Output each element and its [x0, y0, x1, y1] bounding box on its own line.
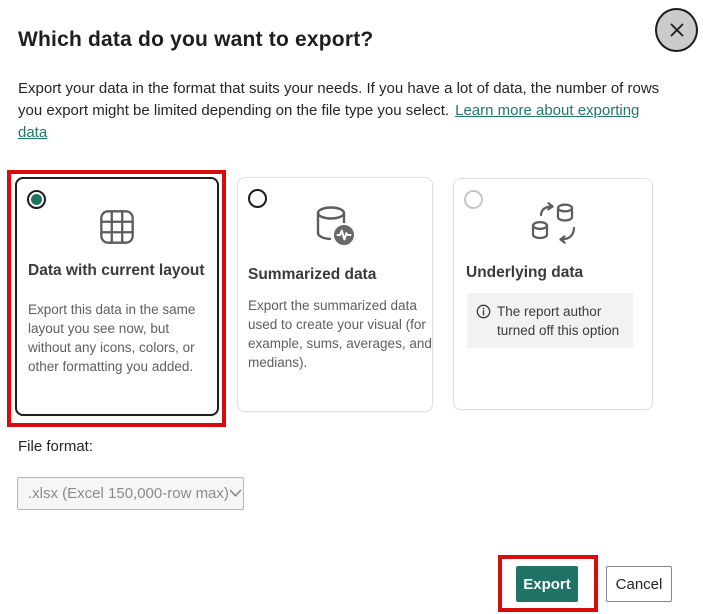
option-card-summarized-data[interactable]: Summarized data Export the summarized da…	[237, 177, 433, 412]
database-sync-icon	[454, 200, 652, 246]
dialog-description: Export your data in the format that suit…	[18, 78, 672, 144]
file-format-value: .xlsx (Excel 150,000-row max)	[28, 485, 229, 502]
radio-selected-dot	[31, 194, 42, 205]
option-card-data-with-current-layout[interactable]: Data with current layout Export this dat…	[15, 177, 219, 416]
export-button[interactable]: Export	[516, 566, 578, 602]
info-icon	[476, 304, 491, 319]
cancel-button[interactable]: Cancel	[606, 566, 672, 602]
option-title: Data with current layout	[28, 262, 205, 279]
close-button[interactable]	[655, 8, 698, 52]
disabled-option-notice: The report author turned off this option	[467, 293, 633, 348]
option-description: Export the summarized data used to creat…	[248, 298, 432, 370]
table-grid-icon	[17, 208, 217, 246]
notice-text: The report author turned off this option	[497, 304, 620, 338]
option-title: Underlying data	[466, 264, 584, 281]
chevron-down-icon	[229, 489, 242, 497]
export-dialog: Which data do you want to export? Export…	[0, 0, 703, 614]
radio-data-with-current-layout[interactable]	[27, 190, 46, 209]
option-title: Summarized data	[248, 266, 377, 283]
option-description: Export this data in the same layout you …	[28, 302, 196, 374]
database-pulse-icon	[238, 203, 432, 251]
option-card-underlying-data[interactable]: Underlying data The report author turned…	[453, 178, 653, 410]
file-format-label: File format:	[18, 438, 94, 455]
close-icon	[670, 23, 683, 37]
dialog-title: Which data do you want to export?	[18, 28, 374, 51]
file-format-dropdown[interactable]: .xlsx (Excel 150,000-row max)	[17, 477, 244, 510]
